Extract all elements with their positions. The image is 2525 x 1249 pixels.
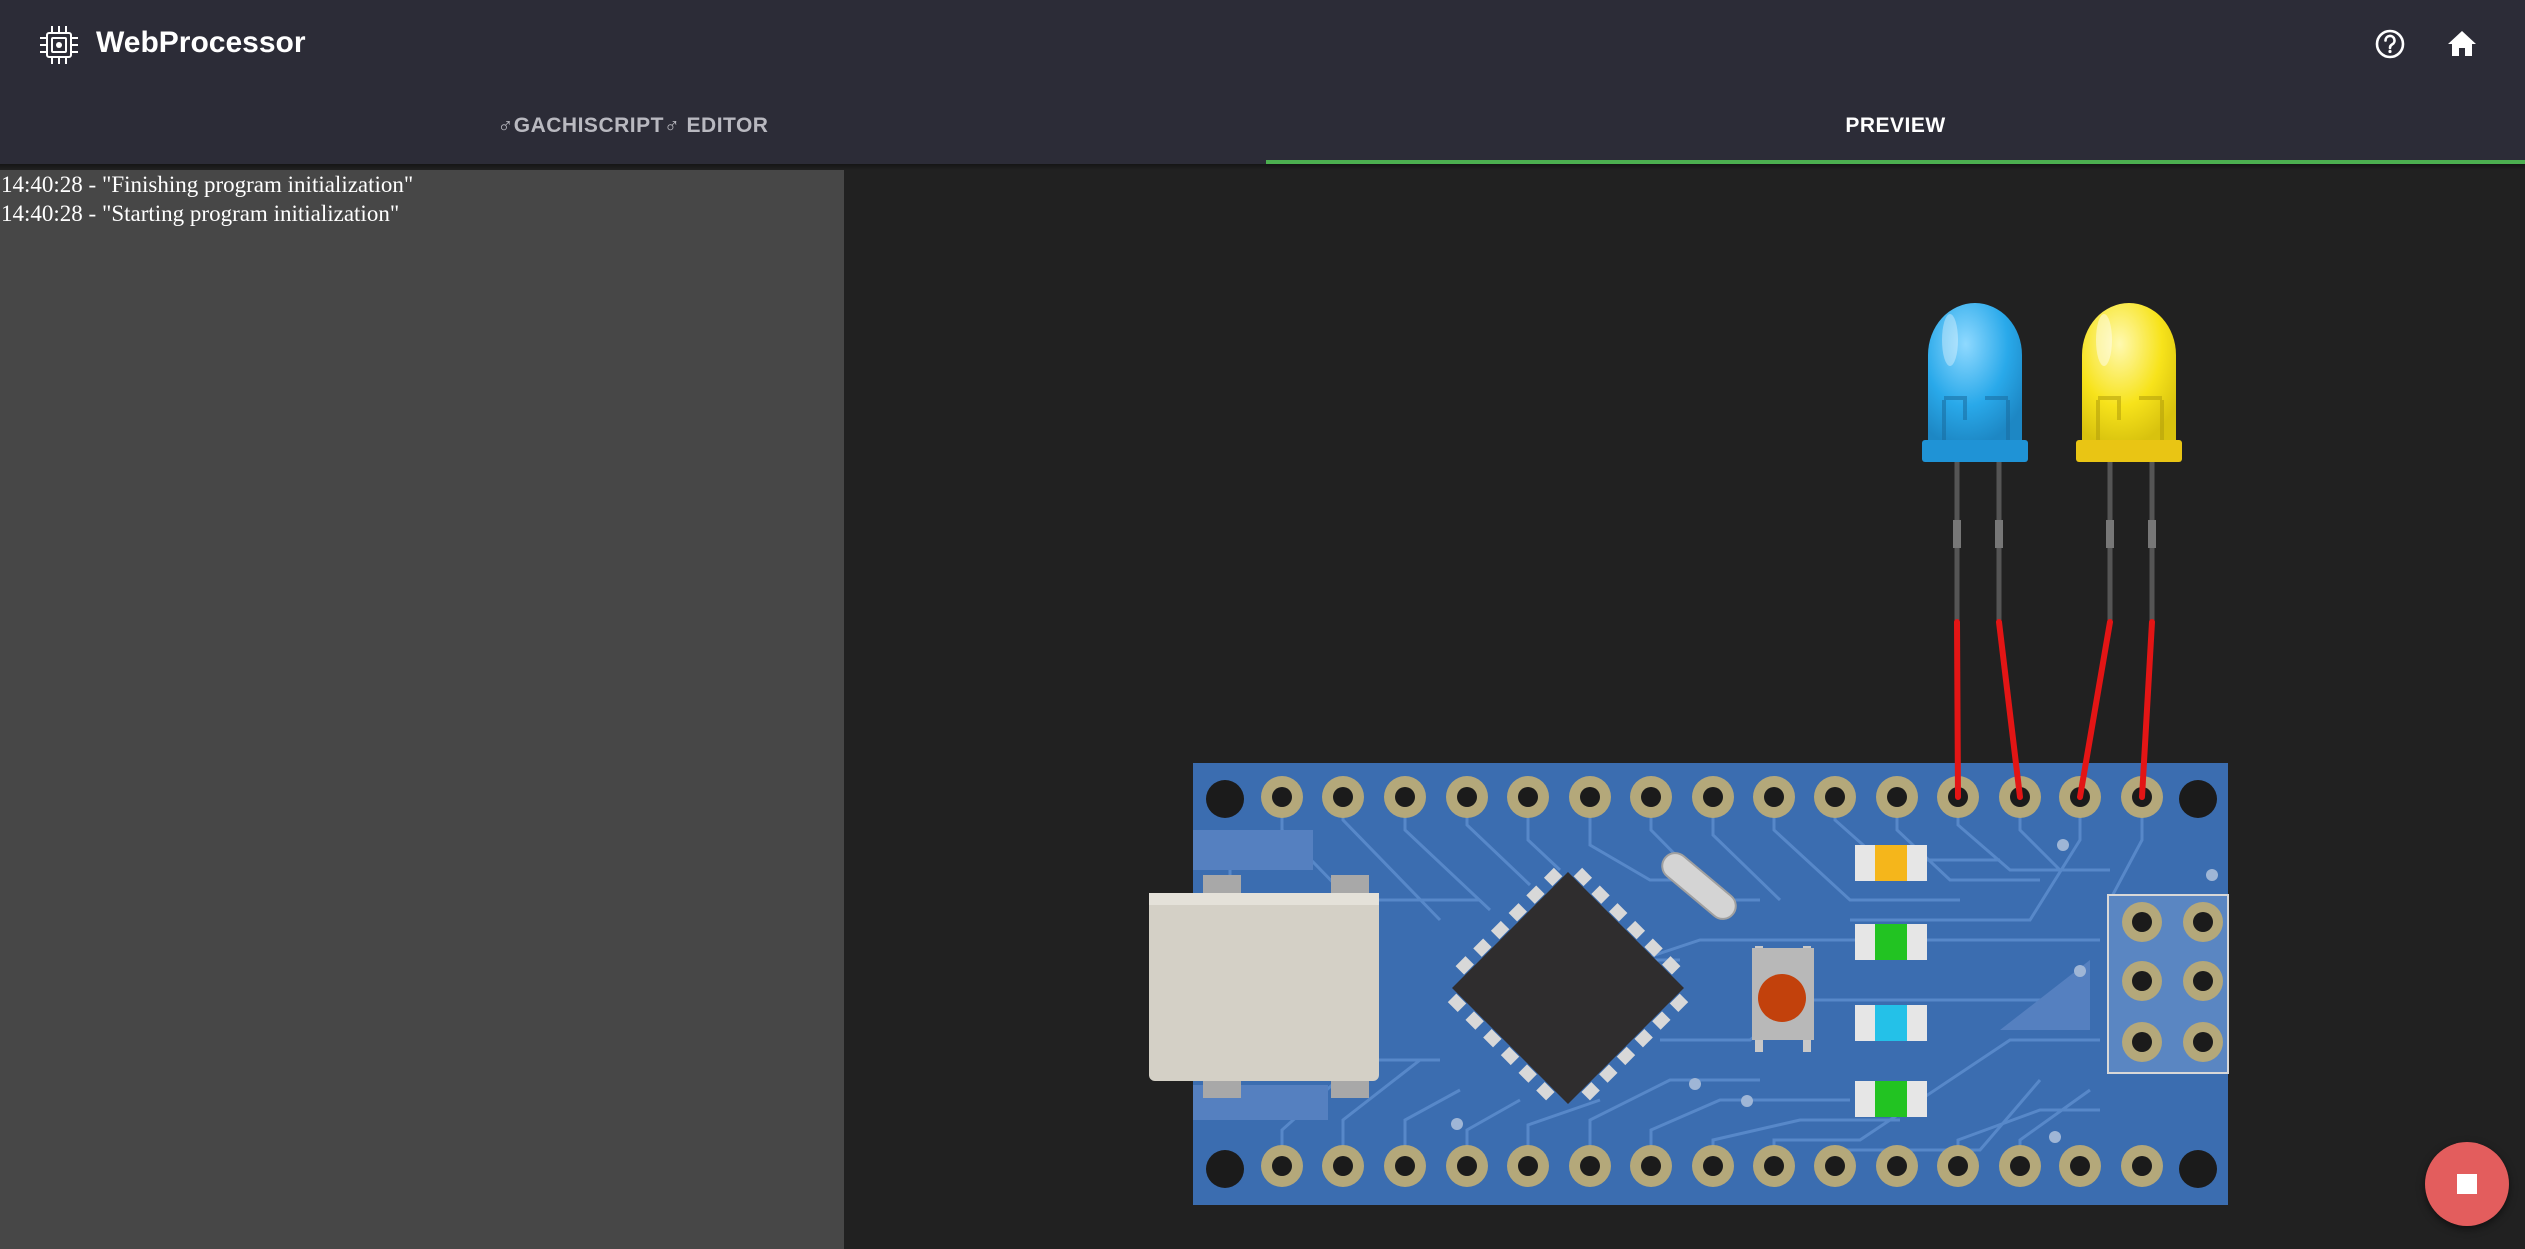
onboard-led-l [1855, 845, 1927, 881]
reset-button[interactable] [1752, 946, 1814, 1052]
onboard-led-power [1855, 924, 1927, 960]
tab-gachiscript-editor[interactable]: ♂GACHISCRIPT♂ EDITOR [0, 88, 1266, 164]
tab-preview[interactable]: PREVIEW [1266, 88, 2525, 164]
header-pins-bottom [1261, 1145, 2163, 1187]
blue-led[interactable] [1922, 303, 2028, 462]
icsp-header [2107, 894, 2229, 1074]
circuit-scene [1149, 303, 2229, 1205]
cpu-chip-icon [40, 26, 78, 64]
arduino-nano-board[interactable] [1149, 763, 2229, 1205]
console-log-panel[interactable]: 14:40:28 - "Finishing program initializa… [0, 170, 844, 1249]
preview-canvas[interactable] [844, 170, 2525, 1249]
app-title: WebProcessor [96, 26, 306, 59]
app-bar: WebProcessor [0, 0, 2525, 88]
help-icon[interactable] [2366, 20, 2414, 68]
stop-simulation-button[interactable] [2425, 1142, 2509, 1226]
usb-connector [1149, 875, 1379, 1098]
stop-icon [2457, 1174, 2477, 1194]
log-line: 14:40:28 - "Finishing program initializa… [1, 172, 414, 197]
header-pins-top [1261, 776, 2163, 818]
tab-bar: ♂GACHISCRIPT♂ EDITOR PREVIEW [0, 88, 2525, 164]
home-icon[interactable] [2438, 20, 2486, 68]
onboard-led-tx [1855, 1005, 1927, 1041]
log-line: 14:40:28 - "Starting program initializat… [1, 201, 400, 226]
onboard-led-rx [1855, 1081, 1927, 1117]
yellow-led[interactable] [2076, 303, 2182, 462]
